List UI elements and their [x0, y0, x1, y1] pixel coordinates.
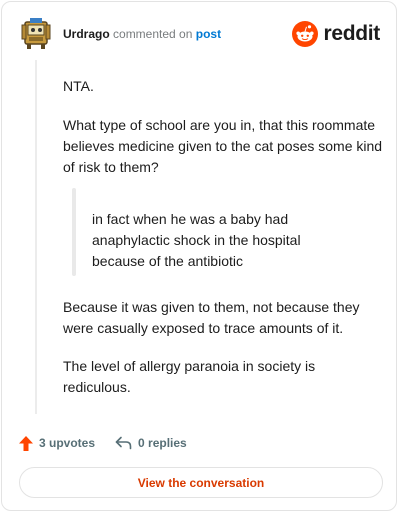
reddit-logo-icon [292, 21, 319, 47]
comment-card: Urdrago commented on post reddit NTA. Wh… [1, 1, 397, 511]
upvote-count: 3 upvotes [39, 436, 96, 450]
snoo-avatar-icon [21, 18, 51, 49]
comment-paragraph-3: Because it was given to them, not becaus… [63, 299, 360, 336]
brand-wordmark: reddit [323, 22, 380, 45]
blockquote: in fact when he was a baby had anaphylac… [92, 209, 352, 272]
upvote-arrow-icon [19, 435, 33, 451]
reply-button[interactable]: 0 replies [115, 436, 187, 450]
user-avatar[interactable] [18, 16, 54, 52]
quote-line-1: in fact when he was a baby had [92, 211, 289, 227]
action-text: commented on [113, 27, 193, 41]
username-link[interactable]: Urdrago [63, 27, 110, 41]
comment-meta: Urdrago commented on post [63, 27, 221, 41]
thread-line [35, 60, 37, 414]
comment-paragraph-1: NTA. [63, 78, 94, 94]
reddit-brand[interactable]: reddit [292, 20, 380, 48]
comment-paragraph-2: What type of school are you in, that thi… [63, 117, 383, 175]
quote-line-3: because of the antibiotic [92, 253, 243, 269]
quote-line-2: anaphylactic shock in the hospital [92, 232, 301, 248]
comment-header: Urdrago commented on post reddit [18, 16, 380, 54]
reply-arrow-icon [115, 436, 132, 450]
reply-count: 0 replies [138, 436, 187, 450]
comment-footer: 3 upvotes 0 replies [19, 433, 187, 453]
upvote-button[interactable]: 3 upvotes [19, 435, 96, 451]
post-link[interactable]: post [196, 27, 221, 41]
blockquote-bar [72, 188, 76, 276]
view-conversation-button[interactable]: View the conversation [19, 467, 383, 498]
comment-paragraph-4: The level of allergy paranoia in society… [63, 358, 316, 395]
